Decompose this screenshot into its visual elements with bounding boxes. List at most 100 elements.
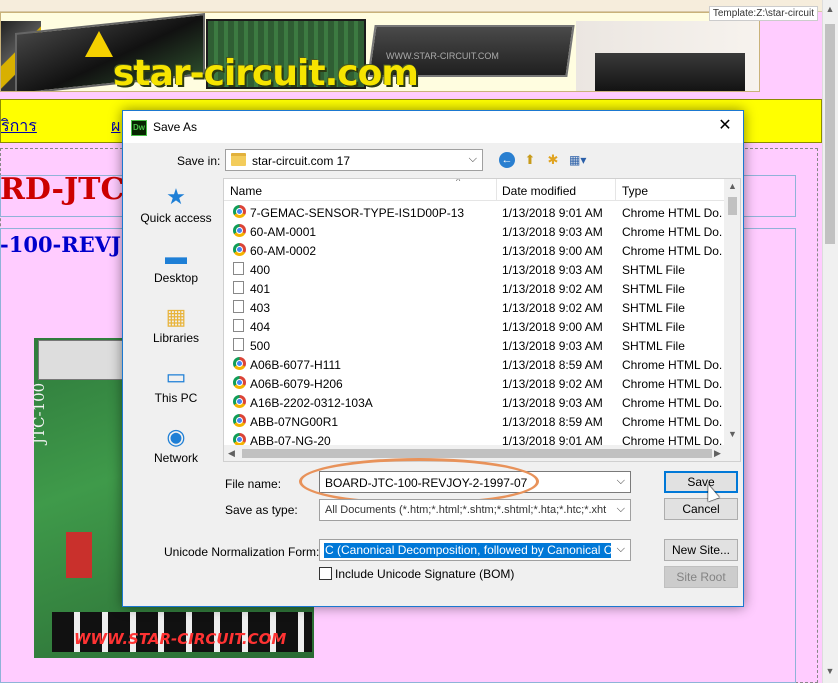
file-type-cell: SHTML File (622, 320, 685, 334)
file-date-cell: 1/13/2018 9:00 AM (502, 244, 603, 258)
place-this-pc[interactable]: ▭ This PC (131, 359, 221, 415)
cancel-button[interactable]: Cancel (664, 498, 738, 520)
site-root-button: Site Root (664, 566, 738, 588)
network-icon: ◉ (166, 424, 186, 449)
file-list-hscroll-thumb[interactable] (242, 449, 712, 458)
nav-link-products[interactable]: ผ (111, 114, 120, 139)
file-list[interactable]: ^ Name Date modified Type 7-GEMAC-SENSOR… (223, 178, 741, 462)
file-row[interactable]: 400 1/13/2018 9:03 AM SHTML File (224, 260, 724, 279)
save-in-dropdown[interactable]: star-circuit.com 17 ⌵ (225, 149, 483, 171)
unicode-normalization-label: Unicode Normalization Form: (164, 545, 320, 559)
file-row[interactable]: A06B-6079-H206 1/13/2018 9:02 AM Chrome HT… (224, 374, 724, 393)
file-row[interactable]: 7-GEMAC-SENSOR-TYPE-IS1D00P-13 1/13/2018 … (224, 203, 724, 222)
file-row[interactable]: 60-AM-0001 1/13/2018 9:03 AM Chrome HTML D… (224, 222, 724, 241)
file-list-vscroll-thumb[interactable] (728, 197, 737, 215)
chrome-file-icon (233, 243, 246, 256)
bom-checkbox[interactable] (319, 567, 332, 580)
file-date-cell: 1/13/2018 9:02 AM (502, 377, 603, 391)
place-quick-access[interactable]: ★ Quick access (131, 179, 221, 235)
file-rows: 7-GEMAC-SENSOR-TYPE-IS1D00P-13 1/13/2018 … (224, 203, 724, 450)
file-date-cell: 1/13/2018 9:02 AM (502, 301, 603, 315)
column-type-header[interactable]: Type (622, 184, 648, 198)
page-scroll-thumb[interactable] (825, 24, 835, 244)
column-divider[interactable] (496, 179, 497, 201)
file-name-cell: A16B-2202-0312-103A (250, 396, 373, 410)
places-bar: ★ Quick access ▬ Desktop ▦ Libraries ▭ T… (131, 179, 221, 466)
document-file-icon (233, 300, 244, 313)
file-type-cell: Chrome HTML Do... (622, 206, 722, 220)
file-date-cell: 1/13/2018 8:59 AM (502, 358, 603, 372)
folder-icon (231, 153, 246, 166)
file-type-cell: SHTML File (622, 301, 685, 315)
scroll-left-icon[interactable]: ◀ (228, 448, 235, 459)
file-list-header: ^ Name Date modified Type (224, 179, 724, 201)
document-file-icon (233, 338, 244, 351)
scroll-down-icon[interactable]: ▼ (724, 429, 740, 439)
dialog-titlebar[interactable]: Dw Save As ✕ (123, 111, 743, 143)
new-site-button[interactable]: New Site... (664, 539, 738, 561)
file-row[interactable]: ABB-07NG00R1 1/13/2018 8:59 AM Chrome HTML… (224, 412, 724, 431)
file-name-cell: A06B-6079-H206 (250, 377, 343, 391)
place-label: Network (153, 451, 198, 465)
file-row[interactable]: 500 1/13/2018 9:03 AM SHTML File (224, 336, 724, 355)
place-network[interactable]: ◉ Network (131, 419, 221, 475)
file-type-cell: SHTML File (622, 282, 685, 296)
chrome-file-icon (233, 224, 246, 237)
save-in-label: Save in: (177, 154, 221, 168)
chevron-down-icon: ⌵ (468, 153, 477, 165)
page-scroll-up-icon[interactable]: ▲ (822, 4, 838, 14)
scroll-up-icon[interactable]: ▲ (724, 181, 740, 191)
file-row[interactable]: A16B-2202-0312-103A 1/13/2018 9:03 AM Chro… (224, 393, 724, 412)
nav-link-services[interactable]: ริการ (1, 114, 37, 139)
file-date-cell: 1/13/2018 9:03 AM (502, 396, 603, 410)
file-name-cell: 404 (250, 320, 271, 334)
file-row[interactable]: 401 1/13/2018 9:02 AM SHTML File (224, 279, 724, 298)
sort-caret-icon: ^ (456, 178, 461, 186)
file-name-cell: ABB-07NG00R1 (250, 415, 339, 429)
unicode-normalization-dropdown[interactable]: C (Canonical Decomposition, followed by … (319, 539, 631, 561)
file-type-cell: SHTML File (622, 339, 685, 353)
site-banner: WWW.STAR-CIRCUIT.COM star-circuit.com (0, 12, 760, 92)
highlight-annotation (299, 458, 539, 505)
save-as-type-dropdown[interactable]: All Documents (*.htm;*.html;*.shtm;*.sht… (319, 499, 631, 521)
file-name-cell: A06B-6077-H111 (250, 358, 341, 372)
star-icon: ★ (166, 184, 186, 209)
file-type-cell: Chrome HTML Do... (622, 415, 722, 429)
file-row[interactable]: 404 1/13/2018 9:00 AM SHTML File (224, 317, 724, 336)
file-row[interactable]: 60-AM-0002 1/13/2018 9:00 AM Chrome HTML D… (224, 241, 724, 260)
column-divider[interactable] (615, 179, 616, 201)
column-date-header[interactable]: Date modified (502, 184, 576, 198)
board-capacitor (66, 532, 92, 578)
view-menu-icon[interactable]: ▦▾ (569, 152, 593, 168)
file-row[interactable]: A06B-6077-H111 1/13/2018 8:59 AM Chrome HT… (224, 355, 724, 374)
new-folder-icon[interactable]: ✱ (545, 152, 561, 168)
file-list-hscroll[interactable]: ◀ ▶ (224, 445, 740, 461)
save-as-type-label: Save as type: (225, 503, 298, 517)
back-arrow-icon[interactable]: ← (499, 152, 515, 168)
file-name-cell: 500 (250, 339, 271, 353)
file-type-cell: Chrome HTML Do... (622, 225, 722, 239)
column-name-header[interactable]: Name (230, 184, 262, 198)
scroll-right-icon[interactable]: ▶ (714, 448, 721, 459)
up-folder-icon[interactable]: ⬆ (522, 152, 538, 168)
chevron-down-icon[interactable]: ⌵ (617, 475, 625, 488)
file-date-cell: 1/13/2018 9:03 AM (502, 225, 603, 239)
banner-title: star-circuit.com (113, 53, 419, 92)
document-file-icon (233, 262, 244, 275)
place-libraries[interactable]: ▦ Libraries (131, 299, 221, 355)
dialog-title: Save As (153, 120, 198, 134)
page-scroll-down-icon[interactable]: ▼ (822, 666, 838, 676)
file-row[interactable]: 403 1/13/2018 9:02 AM SHTML File (224, 298, 724, 317)
chrome-file-icon (233, 414, 246, 427)
document-file-icon (233, 281, 244, 294)
place-label: Quick access (140, 211, 212, 225)
file-name-cell: 60-AM-0001 (250, 225, 317, 239)
bom-checkbox-label[interactable]: Include Unicode Signature (BOM) (335, 567, 514, 581)
save-button[interactable]: Save (664, 471, 738, 493)
file-date-cell: 1/13/2018 9:00 AM (502, 320, 603, 334)
place-desktop[interactable]: ▬ Desktop (131, 239, 221, 295)
file-list-vscroll[interactable] (724, 179, 740, 445)
close-button[interactable]: ✕ (707, 111, 743, 141)
template-label: Template:Z:\star-circuit (708, 6, 818, 21)
chrome-file-icon (233, 376, 246, 389)
